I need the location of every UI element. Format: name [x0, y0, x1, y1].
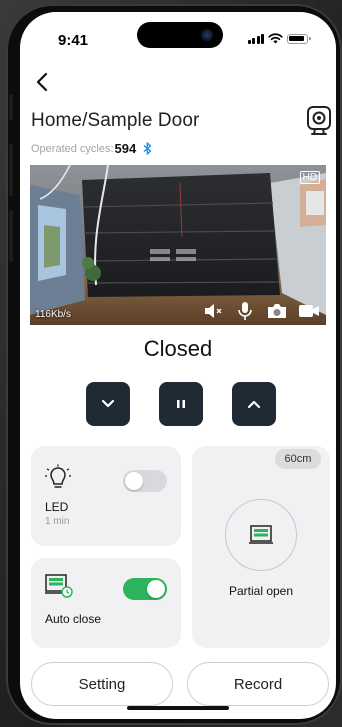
- operated-cycles: Operated cycles: 594: [31, 141, 152, 156]
- led-card: LED 1 min: [31, 446, 181, 546]
- partial-open-height[interactable]: 60cm: [275, 449, 321, 469]
- auto-close-label: Auto close: [45, 612, 102, 626]
- home-indicator[interactable]: [127, 706, 229, 710]
- chevron-down-icon: [101, 399, 115, 408]
- camera-video-feed[interactable]: HD 116Kb/s: [30, 165, 326, 325]
- bitrate-readout: 116Kb/s: [35, 309, 71, 320]
- stop-door-button[interactable]: [159, 382, 203, 426]
- cellular-signal-icon: [247, 33, 264, 44]
- led-label: LED: [45, 500, 69, 514]
- led-duration: 1 min: [45, 516, 70, 527]
- back-chevron-icon[interactable]: [30, 69, 56, 95]
- lightbulb-icon: [45, 464, 71, 488]
- led-toggle[interactable]: [123, 470, 167, 492]
- auto-close-timer-icon: [45, 574, 73, 598]
- garage-partial-icon: [249, 525, 273, 544]
- auto-close-toggle[interactable]: [123, 578, 167, 600]
- status-time: 9:41: [58, 32, 89, 49]
- speaker-muted-icon[interactable]: [202, 301, 224, 321]
- dynamic-island: [137, 22, 223, 48]
- toggle-knob: [147, 580, 165, 598]
- camera-device-icon[interactable]: [305, 105, 333, 137]
- pause-icon: [177, 400, 185, 408]
- close-door-button[interactable]: [86, 382, 130, 426]
- partial-open-button[interactable]: [225, 499, 297, 571]
- record-video-icon[interactable]: [298, 301, 320, 321]
- record-button[interactable]: Record: [187, 662, 329, 706]
- front-camera-icon: [201, 29, 213, 41]
- volume-up-button: [9, 144, 13, 196]
- battery-icon: [287, 33, 311, 44]
- video-controls: [202, 301, 320, 321]
- setting-button[interactable]: Setting: [31, 662, 173, 706]
- bluetooth-icon: [143, 142, 152, 155]
- volume-down-button: [9, 210, 13, 262]
- silent-switch: [9, 94, 13, 120]
- toggle-knob: [125, 472, 143, 490]
- cycles-value: 594: [114, 141, 137, 156]
- auto-close-card: Auto close: [31, 558, 181, 648]
- app-screen: 9:41 Home/Sample Door Operated cycles: 5…: [20, 12, 336, 719]
- wifi-icon: [268, 33, 283, 44]
- snapshot-camera-icon[interactable]: [266, 301, 288, 321]
- open-door-button[interactable]: [232, 382, 276, 426]
- quality-badge[interactable]: HD: [299, 171, 320, 184]
- door-state: Closed: [143, 336, 213, 361]
- partial-open-label: Partial open: [228, 584, 294, 598]
- status-icons: [247, 33, 311, 44]
- page-title: Home/Sample Door: [31, 110, 200, 131]
- microphone-icon[interactable]: [234, 301, 256, 321]
- cycles-label: Operated cycles:: [31, 142, 114, 155]
- chevron-up-icon: [247, 400, 261, 409]
